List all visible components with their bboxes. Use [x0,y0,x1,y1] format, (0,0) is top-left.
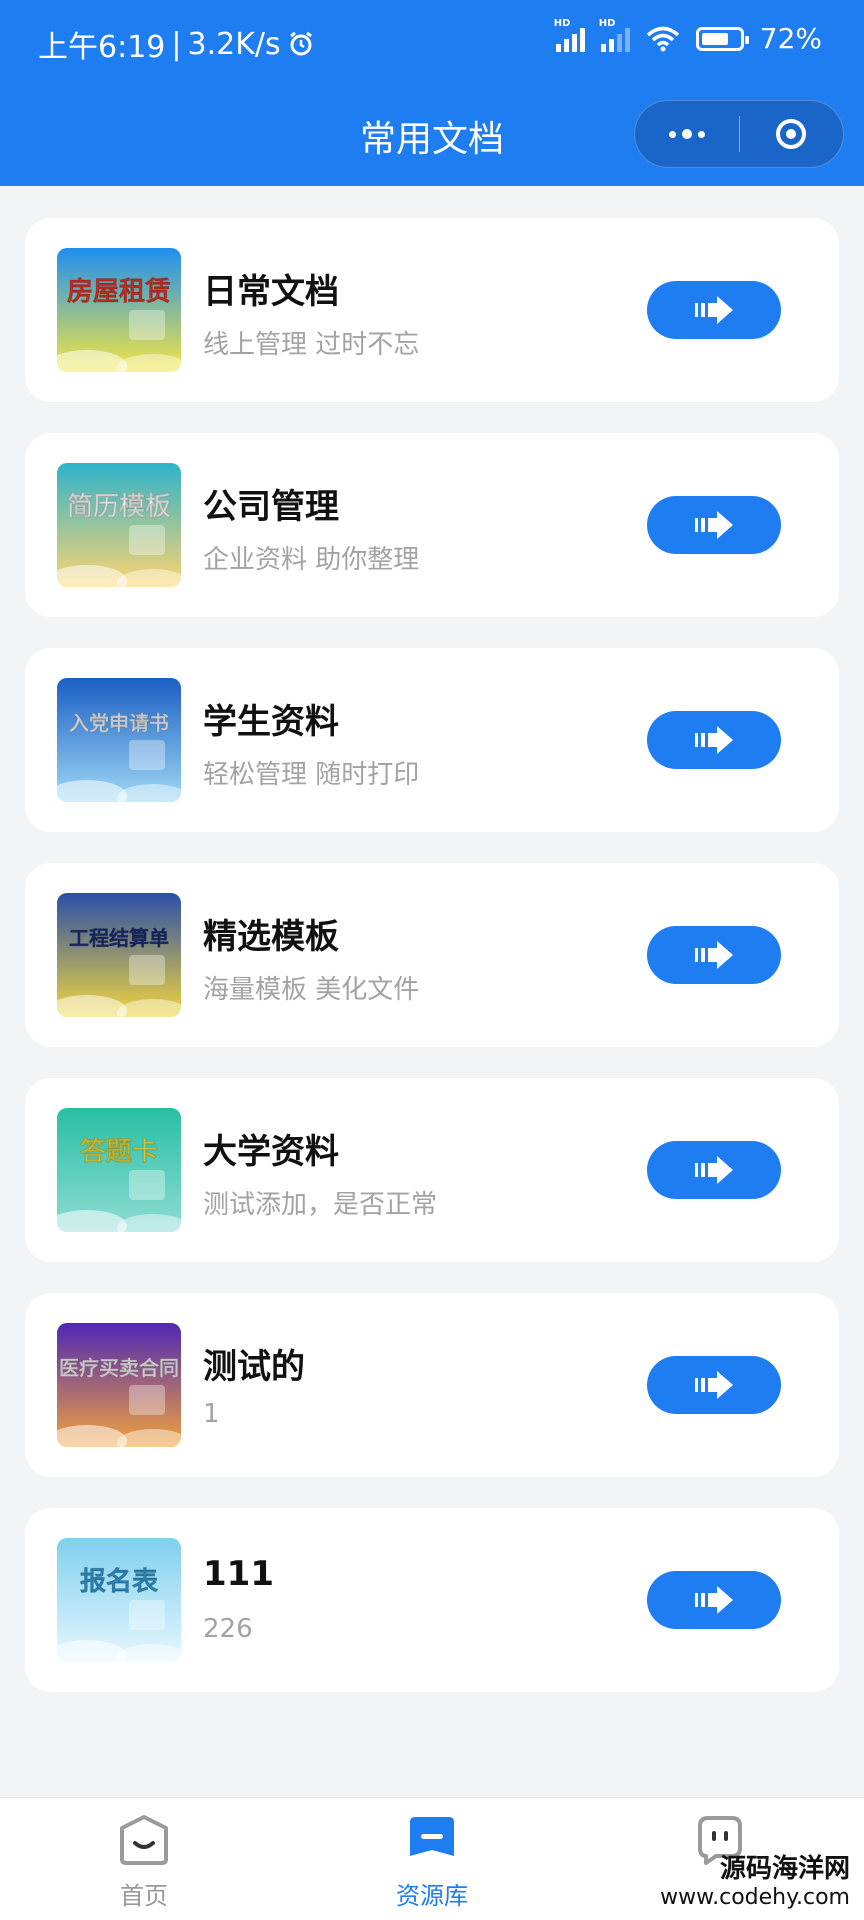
thumbnail-caption: 简历模板 [67,491,171,522]
document-card[interactable]: 房屋租赁 日常文档 线上管理 过时不忘 [25,218,839,402]
registration-form-thumbnail: 报名表 [57,1538,181,1662]
arrow-right-icon [695,1586,733,1614]
arrow-right-icon [695,1371,733,1399]
status-time: 上午6:19 [38,30,166,65]
document-title: 公司管理 [203,487,339,527]
open-document-button[interactable] [647,1356,781,1414]
document-card[interactable]: 医疗买卖合同 测试的 1 [25,1293,839,1477]
document-subtitle: 企业资料 助你整理 [203,545,420,575]
more-dots-icon [668,129,705,139]
document-card[interactable]: 报名表 111 226 [25,1508,839,1692]
watermark-site-name: 源码海洋网 [719,1854,850,1884]
thumbnail-caption: 报名表 [80,1566,159,1597]
arrow-right-icon [695,296,733,324]
arrow-right-icon [695,1156,733,1184]
document-subtitle: 测试添加，是否正常 [203,1190,438,1220]
document-card[interactable]: 入党申请书 学生资料 轻松管理 随时打印 [25,648,839,832]
house-rental-thumbnail: 房屋租赁 [57,248,181,372]
arrow-right-icon [695,941,733,969]
resume-template-thumbnail: 简历模板 [57,463,181,587]
document-card[interactable]: 答题卡 大学资料 测试添加，是否正常 [25,1078,839,1262]
open-document-button[interactable] [647,711,781,769]
document-list: 房屋租赁 日常文档 线上管理 过时不忘 简历模板 公司管理 企业资料 助你整理 … [25,218,839,1723]
watermark-url: www.codehy.com [660,1885,850,1910]
open-document-button[interactable] [647,926,781,984]
document-subtitle: 轻松管理 随时打印 [203,760,420,790]
document-card[interactable]: 简历模板 公司管理 企业资料 助你整理 [25,433,839,617]
document-subtitle: 线上管理 过时不忘 [203,330,420,360]
answer-sheet-thumbnail: 答题卡 [57,1108,181,1232]
tab-home-label: 首页 [120,1882,168,1910]
document-title: 日常文档 [203,272,339,312]
watermark: 源码海洋网 www.codehy.com [660,1848,850,1910]
tab-library-label: 资源库 [396,1882,468,1910]
more-button[interactable] [635,101,739,167]
home-smile-icon [120,1815,168,1865]
document-title: 测试的 [203,1347,305,1387]
signal-icon-2: HD [599,18,630,52]
close-ring-icon [776,119,807,149]
settlement-sheet-thumbnail: 工程结算单 [57,893,181,1017]
wifi-icon [646,26,679,51]
bottom-tab-bar: 首页 资源库 源码海洋网 www.codehy.com [0,1797,864,1920]
document-title: 111 [203,1554,274,1594]
application-letter-thumbnail: 入党申请书 [57,678,181,802]
thumbnail-caption: 工程结算单 [69,926,169,950]
document-title: 大学资料 [203,1132,339,1172]
thumbnail-caption: 房屋租赁 [67,277,171,307]
battery-percent: 72% [759,22,822,55]
status-bar-right: HD HD 72% [554,18,822,56]
mini-program-capsule [634,100,844,168]
document-subtitle: 226 [203,1614,253,1644]
close-button[interactable] [740,101,844,167]
open-document-button[interactable] [647,1571,781,1629]
arrow-right-icon [695,726,733,754]
signal-icon: HD [554,18,585,52]
document-subtitle: 海量模板 美化文件 [203,975,420,1005]
arrow-right-icon [695,511,733,539]
open-document-button[interactable] [647,1141,781,1199]
status-bar-left: 上午6:19 | 3.2K/s [38,22,315,66]
thumbnail-caption: 答题卡 [80,1136,158,1167]
document-card[interactable]: 工程结算单 精选模板 海量模板 美化文件 [25,863,839,1047]
contract-thumbnail: 医疗买卖合同 [57,1323,181,1447]
battery-icon [695,26,749,51]
status-speed: 3.2K/s [187,26,281,62]
header-bar: 上午6:19 | 3.2K/s HD HD 72% 常用文档 [0,0,864,186]
open-document-button[interactable] [647,496,781,554]
thumbnail-caption: 入党申请书 [69,711,169,735]
open-document-button[interactable] [647,281,781,339]
tab-library[interactable]: 资源库 [362,1814,502,1911]
document-title: 学生资料 [203,702,339,742]
document-title: 精选模板 [203,917,339,957]
tab-home[interactable]: 首页 [74,1814,214,1911]
alarm-icon [289,31,312,56]
library-icon [410,1817,454,1856]
document-subtitle: 1 [203,1399,220,1429]
thumbnail-caption: 医疗买卖合同 [59,1356,179,1380]
